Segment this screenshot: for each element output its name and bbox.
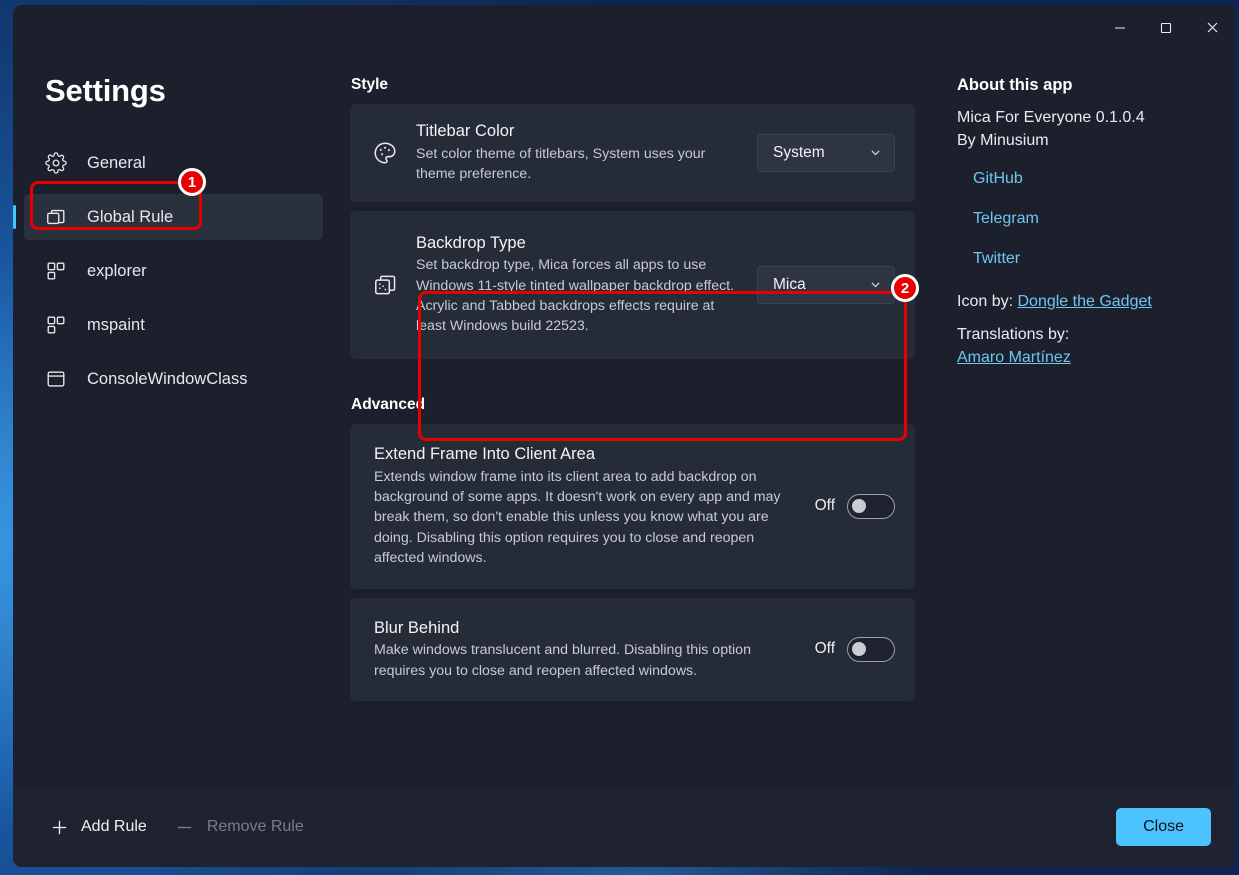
blur-behind-text: Blur Behind Make windows translucent and… — [374, 618, 797, 682]
translation-credit-prefix: Translations by: — [957, 325, 1070, 343]
backdrop-type-title: Backdrop Type — [416, 233, 526, 252]
sidebar-nav-list: General Global Rule explorer mspaint Con… — [13, 140, 338, 402]
titlebar-color-dropdown[interactable]: System — [757, 133, 895, 172]
close-window-button[interactable] — [1189, 5, 1235, 50]
page-title: Settings — [45, 73, 166, 108]
extend-frame-description: Extends window frame into its client are… — [374, 468, 781, 567]
sidebar-item-label: ConsoleWindowClass — [87, 369, 248, 388]
titlebar-color-dropdown-value: System — [773, 143, 825, 161]
section-heading-style: Style — [351, 76, 389, 93]
toggle-knob — [852, 642, 866, 657]
chevron-down-icon — [869, 146, 882, 159]
translation-credit: Translations by: Amaro Martínez — [957, 323, 1219, 369]
about-author-line: By Minusium — [957, 131, 1049, 149]
backdrop-type-dropdown[interactable]: Mica — [757, 265, 895, 304]
gear-icon — [45, 152, 67, 174]
sidebar-item-global-rule[interactable]: Global Rule — [13, 194, 323, 240]
extend-frame-text: Extend Frame Into Client Area Extends wi… — [374, 444, 797, 569]
about-panel: About this app Mica For Everyone 0.1.0.4… — [935, 50, 1235, 787]
settings-window: Settings General Global Rule explorer ms… — [13, 5, 1235, 867]
about-app-line: Mica For Everyone 0.1.0.4 — [957, 109, 1145, 126]
plus-icon — [49, 818, 69, 837]
blur-behind-control: Off — [814, 636, 895, 662]
palette-icon — [372, 140, 398, 166]
twitter-link[interactable]: Twitter — [973, 250, 1219, 268]
remove-rule-label: Remove Rule — [206, 818, 304, 835]
titlebar-color-card: Titlebar Color Set color theme of titleb… — [350, 104, 915, 202]
icon-credit-link[interactable]: Dongle the Gadget — [1017, 293, 1151, 310]
icon-credit-prefix: Icon by: — [957, 293, 1018, 311]
footer-bar: Add Rule Remove Rule Close — [13, 787, 1235, 867]
extend-frame-card: Extend Frame Into Client Area Extends wi… — [350, 423, 915, 589]
backdrop-type-description: Set backdrop type, Mica forces all apps … — [416, 257, 735, 335]
sidebar-item-consolewindowclass[interactable]: ConsoleWindowClass — [24, 356, 323, 402]
sidebar-item-label: mspaint — [87, 315, 145, 334]
titlebar-color-description: Set color theme of titlebars, System use… — [416, 145, 706, 183]
blur-behind-toggle-label: Off — [814, 640, 835, 658]
remove-rule-button[interactable]: Remove Rule — [161, 810, 318, 845]
section-heading-advanced: Advanced — [351, 395, 426, 413]
sidebar-item-label: Global Rule — [87, 207, 174, 226]
window-body: Settings General Global Rule explorer ms… — [13, 50, 1235, 787]
translation-credit-link[interactable]: Amaro Martínez — [957, 349, 1071, 366]
sidebar: Settings General Global Rule explorer ms… — [13, 50, 338, 787]
titlebar-color-title: Titlebar Color — [416, 122, 515, 140]
app-grid-icon — [45, 260, 67, 282]
sidebar-item-explorer[interactable]: explorer — [24, 248, 323, 294]
titlebar-color-control: System — [757, 133, 895, 172]
sidebar-item-mspaint[interactable]: mspaint — [24, 302, 323, 348]
sidebar-item-general[interactable]: General — [24, 140, 323, 186]
settings-content: Style Titlebar Color Set color theme of … — [338, 50, 935, 787]
about-links: GitHub Telegram Twitter — [973, 170, 1219, 268]
titlebar-color-text: Titlebar Color Set color theme of titleb… — [416, 121, 739, 185]
maximize-button[interactable] — [1143, 5, 1189, 50]
backdrop-type-card: Backdrop Type Set backdrop type, Mica fo… — [350, 210, 915, 359]
extend-frame-title: Extend Frame Into Client Area — [374, 444, 596, 463]
add-rule-button[interactable]: Add Rule — [35, 810, 161, 845]
extend-frame-toggle-label: Off — [814, 497, 835, 515]
backdrop-type-text: Backdrop Type Set backdrop type, Mica fo… — [416, 233, 739, 337]
blur-behind-description: Make windows translucent and blurred. Di… — [374, 642, 751, 679]
backdrop-type-control: Mica — [757, 265, 895, 304]
app-grid-icon — [45, 314, 67, 336]
console-window-icon — [45, 368, 67, 390]
minimize-icon — [1113, 21, 1127, 35]
sidebar-item-label: General — [87, 153, 146, 172]
minimize-button[interactable] — [1097, 5, 1143, 50]
add-rule-label: Add Rule — [81, 818, 147, 835]
blur-behind-title: Blur Behind — [374, 618, 460, 637]
blur-behind-card: Blur Behind Make windows translucent and… — [350, 597, 915, 702]
maximize-icon — [1159, 21, 1173, 35]
minus-icon — [175, 818, 195, 837]
window-titlebar — [13, 5, 1235, 50]
telegram-link[interactable]: Telegram — [973, 210, 1219, 228]
window-stack-icon — [45, 206, 67, 228]
close-icon — [1205, 20, 1220, 35]
icon-credit: Icon by: Dongle the Gadget — [957, 290, 1219, 313]
close-button[interactable]: Close — [1116, 808, 1211, 846]
extend-frame-control: Off — [814, 493, 895, 519]
github-link[interactable]: GitHub — [973, 170, 1219, 188]
about-heading: About this app — [957, 76, 1073, 94]
backdrop-type-dropdown-value: Mica — [773, 275, 806, 293]
extend-frame-toggle[interactable] — [847, 493, 895, 519]
chevron-down-icon — [869, 278, 882, 291]
backdrop-stack-icon — [372, 272, 398, 298]
sidebar-item-label: explorer — [87, 261, 147, 280]
blur-behind-toggle[interactable] — [847, 636, 895, 662]
toggle-knob — [852, 499, 866, 514]
